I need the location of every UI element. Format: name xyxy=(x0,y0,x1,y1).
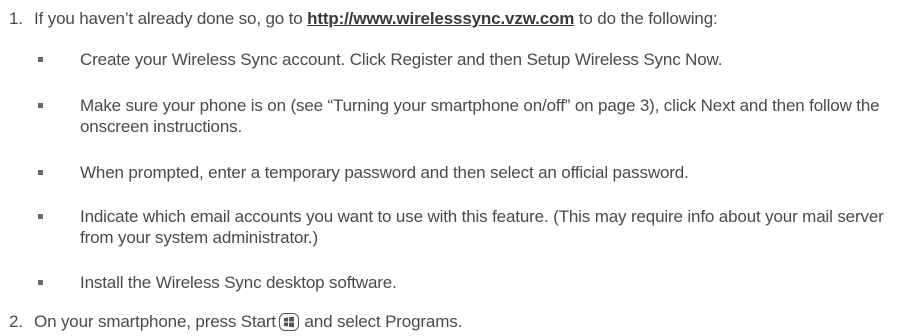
step-1-text-before: If you haven’t already done so, go to xyxy=(34,9,308,28)
bullet-marker xyxy=(38,214,43,219)
step-2: 2. On your smartphone, press Start and se… xyxy=(9,311,909,332)
windows-start-icon xyxy=(278,313,299,331)
step-1-text-after: to do the following: xyxy=(574,9,718,28)
bullet-item: Create your Wireless Sync account. Click… xyxy=(38,49,910,70)
bullet-marker xyxy=(38,170,43,175)
bullet-text: Install the Wireless Sync desktop softwa… xyxy=(80,273,397,292)
bullet-item: Install the Wireless Sync desktop softwa… xyxy=(38,272,910,293)
bullet-marker xyxy=(38,57,43,62)
bullet-text: Make sure your phone is on (see “Turning… xyxy=(80,96,880,136)
bullet-item: Indicate which email accounts you want t… xyxy=(38,206,910,248)
wireless-sync-link[interactable]: http://www.wirelesssync.vzw.com xyxy=(307,9,574,28)
bullet-marker xyxy=(38,103,43,108)
bullet-text: When prompted, enter a temporary passwor… xyxy=(80,163,689,182)
bullet-item: Make sure your phone is on (see “Turning… xyxy=(38,95,910,137)
bullet-marker xyxy=(38,280,43,285)
step-1-number: 1. xyxy=(9,9,23,28)
bullet-item: When prompted, enter a temporary passwor… xyxy=(38,162,910,183)
step-2-text-after: and select Programs. xyxy=(299,312,463,331)
instructions-document: 1. If you haven’t already done so, go to … xyxy=(0,0,918,336)
step-2-number: 2. xyxy=(9,312,23,331)
step-2-text-before: On your smartphone, press Start xyxy=(34,312,276,331)
bullet-text: Indicate which email accounts you want t… xyxy=(80,207,884,247)
bullet-text: Create your Wireless Sync account. Click… xyxy=(80,50,723,69)
step-1: 1. If you haven’t already done so, go to … xyxy=(9,8,909,29)
